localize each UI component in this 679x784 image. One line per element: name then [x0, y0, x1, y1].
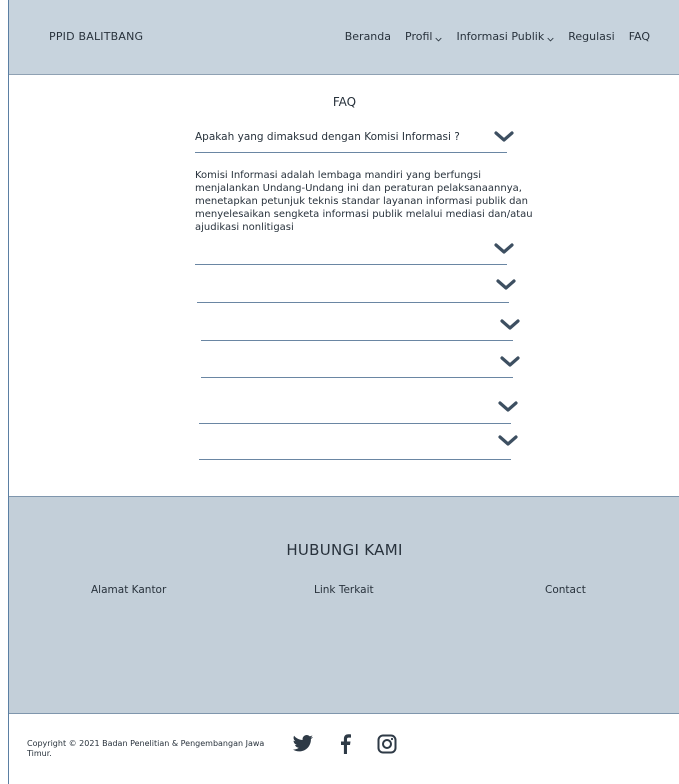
faq-item-question[interactable]: Apakah yang dimaksud dengan Komisi Infor… [195, 130, 515, 144]
twitter-icon[interactable] [292, 733, 314, 755]
contact-column-contact: Contact [545, 584, 586, 596]
nav-item-regulasi[interactable]: Regulasi [568, 30, 614, 43]
faq-item-question[interactable] [197, 278, 517, 292]
chevron-down-icon[interactable] [493, 242, 515, 256]
faq-divider [195, 264, 507, 265]
chevron-down-icon[interactable] [493, 130, 515, 144]
faq-answer-text: Komisi Informasi adalah lembaga mandiri … [195, 170, 533, 233]
instagram-icon[interactable] [376, 733, 398, 755]
header-bar: PPID BALITBANG Beranda Profil Informasi … [9, 0, 679, 75]
faq-divider [197, 302, 509, 303]
nav-item-faq[interactable]: FAQ [629, 30, 650, 43]
chevron-down-icon[interactable] [497, 400, 519, 414]
brand-logo-text[interactable]: PPID BALITBANG [49, 30, 143, 43]
nav-item-label: Profil [405, 30, 433, 43]
faq-item-question[interactable] [201, 318, 521, 332]
contact-column-link-terkait: Link Terkait [314, 584, 374, 596]
chevron-down-icon[interactable] [495, 278, 517, 292]
social-links [292, 733, 398, 755]
contact-section: HUBUNGI KAMI Alamat Kantor Link Terkait … [9, 496, 679, 714]
faq-item-question[interactable] [201, 355, 521, 369]
page-title: FAQ [332, 95, 357, 109]
faq-item-question[interactable] [199, 434, 519, 448]
faq-item-question[interactable] [195, 242, 515, 256]
faq-divider [195, 152, 507, 153]
chevron-down-icon [547, 33, 554, 42]
faq-divider [201, 377, 513, 378]
chevron-down-icon[interactable] [499, 318, 521, 332]
nav-item-label: FAQ [628, 30, 650, 43]
nav-item-beranda[interactable]: Beranda [345, 30, 391, 43]
nav-item-label: Regulasi [568, 30, 615, 43]
contact-title: HUBUNGI KAMI [286, 541, 403, 559]
faq-divider [199, 423, 511, 424]
faq-divider [199, 459, 511, 460]
facebook-icon[interactable] [334, 733, 356, 755]
contact-column-alamat-kantor: Alamat Kantor [91, 584, 167, 596]
nav-item-profil[interactable]: Profil [405, 30, 443, 43]
nav-item-label: Informasi Publik [456, 30, 545, 43]
chevron-down-icon[interactable] [499, 355, 521, 369]
chevron-down-icon[interactable] [497, 434, 519, 448]
faq-question-text: Apakah yang dimaksud dengan Komisi Infor… [195, 131, 460, 143]
faq-item-question[interactable] [199, 400, 519, 414]
page-frame: PPID BALITBANG Beranda Profil Informasi … [8, 0, 679, 784]
nav-item-informasi-publik[interactable]: Informasi Publik [456, 30, 554, 43]
faq-divider [201, 340, 513, 341]
copyright-text: Copyright © 2021 Badan Penelitian & Peng… [27, 739, 265, 758]
nav-item-label: Beranda [344, 30, 392, 43]
chevron-down-icon [435, 33, 443, 42]
main-nav: Beranda Profil Informasi Publik Regulasi… [345, 30, 650, 43]
